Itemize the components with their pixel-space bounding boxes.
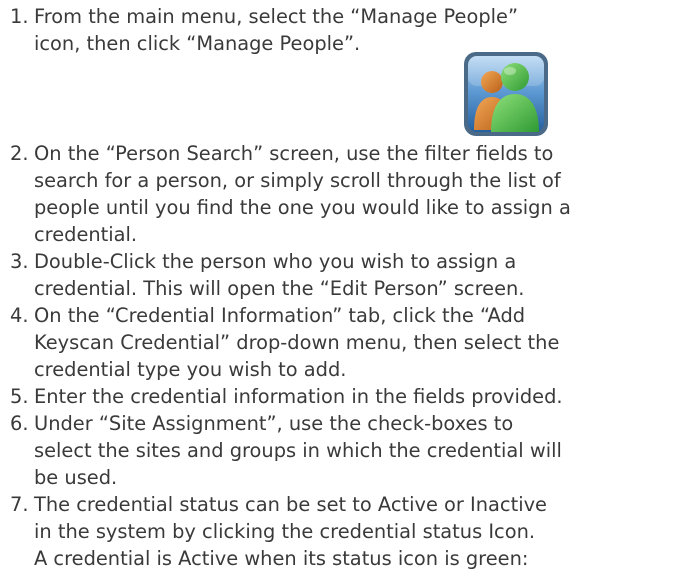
manage-people-icon — [463, 51, 549, 137]
instruction-document: 1. From the main menu, select the “Manag… — [0, 0, 673, 579]
step-line: search for a person, or simply scroll th… — [34, 169, 561, 192]
step-text: From the main menu, select the “Manage P… — [34, 3, 673, 57]
step-number: 4. — [10, 304, 29, 327]
step-line: Keyscan Credential” drop-down menu, then… — [34, 331, 560, 354]
step-number: 1. — [10, 5, 29, 28]
step-line: people until you find the one you would … — [34, 196, 571, 219]
step-line: credential type you wish to add. — [34, 358, 347, 381]
step-line: Double-Click the person who you wish to … — [34, 250, 517, 273]
step-text: On the “Credential Information” tab, cli… — [34, 302, 673, 383]
step-line: The credential status can be set to Acti… — [34, 493, 547, 516]
step-text: The credential status can be set to Acti… — [34, 491, 673, 572]
step-line: icon, then click “Manage People”. — [34, 32, 361, 55]
step-number: 5. — [10, 385, 29, 408]
step-text: Enter the credential information in the … — [34, 383, 673, 410]
step-number: 2. — [10, 142, 29, 165]
step-line: credential. This will open the “Edit Per… — [34, 277, 525, 300]
step-text: Double-Click the person who you wish to … — [34, 248, 673, 302]
step-line: On the “Person Search” screen, use the f… — [34, 142, 554, 165]
step-line: credential. — [34, 223, 138, 246]
step-line: On the “Credential Information” tab, cli… — [34, 304, 526, 327]
step-text: On the “Person Search” screen, use the f… — [34, 140, 673, 248]
manage-people-icon-graphic — [464, 52, 548, 136]
step-line: A credential is Active when its status i… — [34, 547, 529, 570]
step-line: Under “Site Assignment”, use the check-b… — [34, 412, 514, 435]
step-line: be used. — [34, 466, 118, 489]
step-line: Enter the credential information in the … — [34, 385, 563, 408]
step-text: Under “Site Assignment”, use the check-b… — [34, 410, 673, 491]
step-line: select the sites and groups in which the… — [34, 439, 562, 462]
step-number: 6. — [10, 412, 29, 435]
step-number: 3. — [10, 250, 29, 273]
step-number: 7. — [10, 493, 29, 516]
step-line: From the main menu, select the “Manage P… — [34, 5, 518, 28]
step-line: in the system by clicking the credential… — [34, 520, 536, 543]
